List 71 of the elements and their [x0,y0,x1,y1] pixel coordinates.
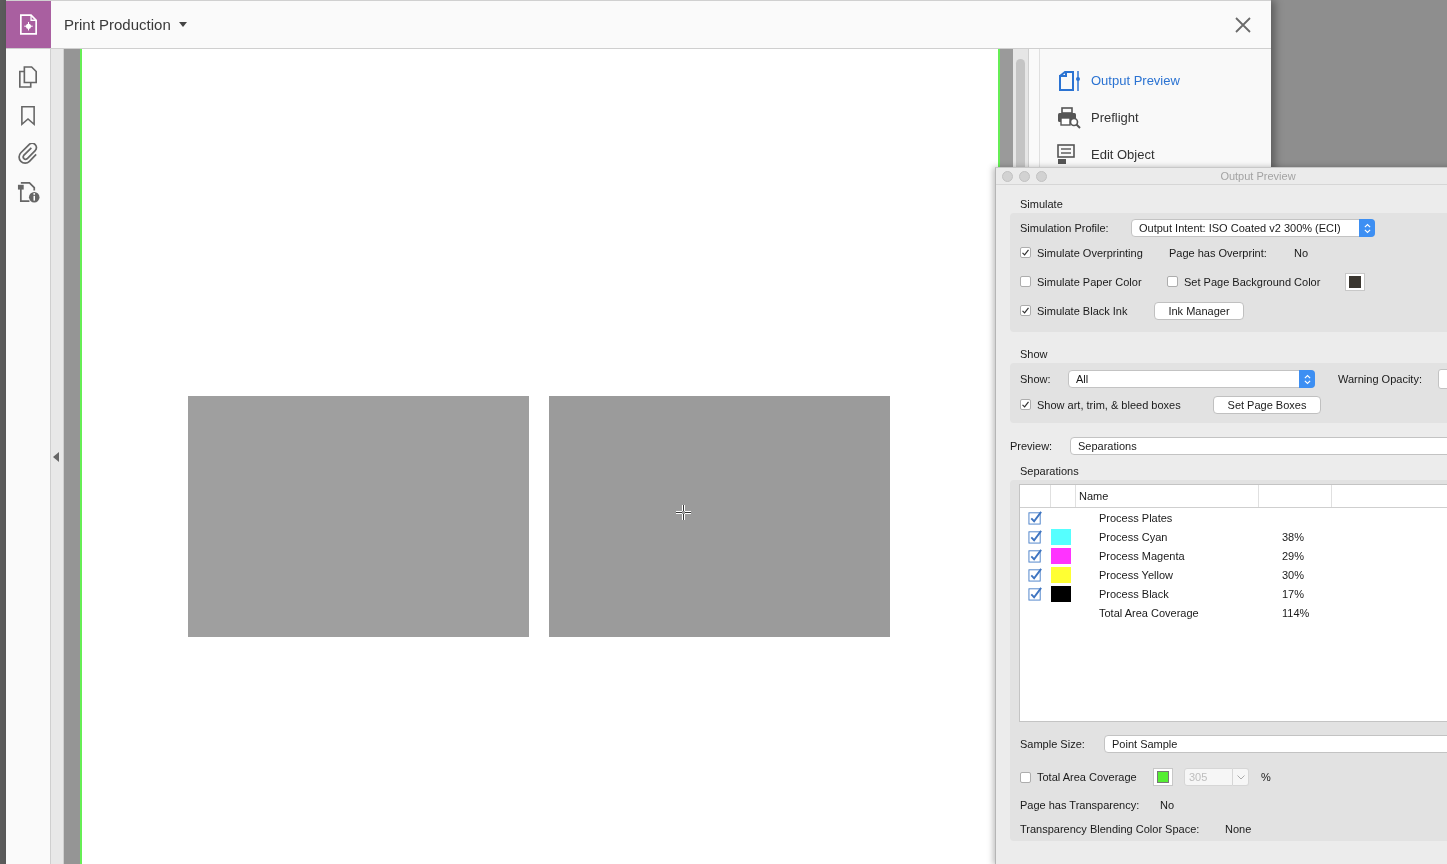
checkbox[interactable] [1020,399,1031,410]
scrollbar-thumb[interactable] [1016,59,1025,167]
table-cell: 30% [1282,568,1305,581]
table-cell: 38% [1282,530,1305,543]
checkbox-label: Set Page Background Color [1184,275,1322,288]
table-cell: 114% [1282,606,1310,619]
checkbox[interactable] [1028,548,1043,563]
table-cell: Process Cyan [1099,530,1168,543]
field-value: None [1225,822,1252,835]
column-header[interactable]: Name [1079,485,1109,507]
table-cell: Process Magenta [1099,549,1185,562]
field-value: No [1294,246,1309,259]
table-cell: 29% [1282,549,1305,562]
paperclip-icon[interactable] [17,142,39,164]
pages-icon[interactable] [18,66,38,88]
tool-item[interactable]: Edit Object [1057,136,1271,173]
section-heading: Separations [1020,465,1079,477]
caret-icon[interactable] [178,22,187,27]
field-label: Warning Opacity: [1338,373,1422,385]
tool-title[interactable]: Print Production [64,16,171,33]
field-label: Preview: [1010,440,1054,452]
field-label: Page has Overprint: [1169,246,1268,259]
checkbox-label: Simulate Overprinting [1037,246,1144,259]
tool-item[interactable]: Output Preview [1057,62,1271,99]
unit-label: % [1261,771,1271,783]
crosshair-cursor-icon [676,505,691,520]
section-heading: Simulate [1020,198,1063,210]
document-icon [1057,69,1081,92]
simulation-profile-dropdown[interactable]: Output Intent: ISO Coated v2 300% (ECI) [1131,219,1375,237]
field-label: Simulation Profile: [1020,222,1110,234]
checkbox[interactable] [1028,567,1043,582]
close-button[interactable] [1233,14,1253,35]
checkbox-label: Total Area Coverage [1037,771,1138,783]
preview-dropdown[interactable]: Separations [1070,437,1447,455]
field-label: Sample Size: [1019,738,1086,750]
color-swatch-button[interactable] [1153,768,1173,786]
checkbox[interactable] [1028,529,1043,544]
printer-search-icon [1057,106,1081,129]
window-title: Output Preview [1220,170,1296,182]
field-label: Show: [1020,373,1052,385]
field-label: Page has Transparency: [1020,798,1141,811]
table-cell: Process Yellow [1099,568,1173,581]
checkbox-label: Simulate Paper Color [1037,275,1143,288]
field-label: Transparency Blending Color Space: [1020,822,1201,835]
tool-item[interactable]: Preflight [1057,99,1271,136]
set-page-boxes-button[interactable]: Set Page Boxes [1213,395,1321,414]
table-cell: 17% [1282,587,1305,600]
field-value: No [1160,798,1175,811]
collapse-left-icon[interactable] [53,451,59,462]
checkbox[interactable] [1020,247,1031,258]
stepper-icon [1359,219,1375,237]
edit-object-icon [1057,144,1075,165]
document-info-icon[interactable] [16,179,40,203]
checkbox[interactable] [1020,276,1031,287]
checkbox-label: Simulate Black Ink [1037,304,1129,317]
checkbox[interactable] [1020,305,1031,316]
ink-manager-button[interactable]: Ink Manager [1154,301,1244,320]
show-dropdown[interactable]: All [1068,370,1315,388]
sample-size-dropdown[interactable]: Point Sample [1104,735,1447,753]
table-cell: Process Black [1099,587,1169,600]
stepper-icon [1299,370,1315,388]
checkbox[interactable] [1028,510,1043,525]
table-cell: Process Plates [1099,511,1173,524]
checkbox[interactable] [1167,276,1178,287]
section-heading: Show [1020,348,1048,360]
checkbox-label: Show art, trim, & bleed boxes [1037,398,1182,411]
print-production-icon[interactable] [6,1,51,48]
checkbox[interactable] [1028,586,1043,601]
table-cell: Total Area Coverage [1099,606,1199,619]
bookmark-icon[interactable] [21,104,35,126]
color-swatch-button[interactable] [1345,272,1365,291]
